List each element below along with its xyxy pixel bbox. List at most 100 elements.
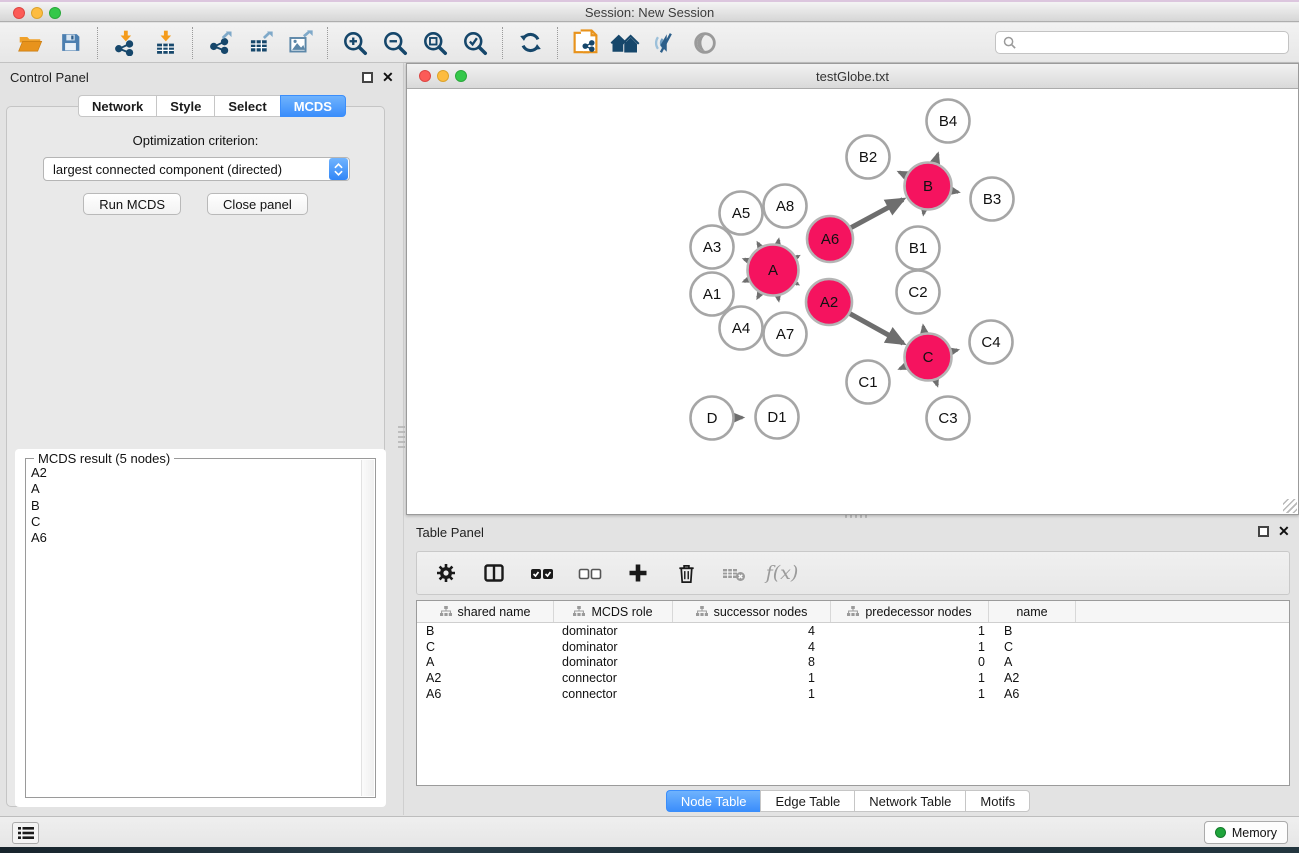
tab-network-table[interactable]: Network Table: [854, 790, 965, 812]
table-cell[interactable]: 1: [831, 640, 989, 654]
list-item[interactable]: A2: [28, 465, 359, 481]
refresh-button[interactable]: [510, 25, 550, 61]
table-settings-button[interactable]: [433, 560, 459, 586]
list-item[interactable]: B: [28, 498, 359, 514]
column-header-successor-nodes[interactable]: successor nodes: [673, 601, 831, 622]
memory-button[interactable]: Memory: [1204, 821, 1288, 844]
window-resize-grip[interactable]: [1283, 499, 1297, 513]
graph-edge-C-C3[interactable]: [936, 380, 938, 385]
show-details-button[interactable]: [685, 25, 725, 61]
table-row[interactable]: A2connector11A2: [417, 670, 1289, 686]
task-history-button[interactable]: [12, 822, 39, 844]
table-cell[interactable]: 1: [673, 687, 831, 701]
hide-details-button[interactable]: [645, 25, 685, 61]
table-cell[interactable]: A6: [417, 687, 554, 701]
graph-edge-A6-B[interactable]: [851, 200, 903, 228]
run-mcds-button[interactable]: Run MCDS: [83, 193, 181, 215]
list-item[interactable]: A: [28, 481, 359, 497]
graph-edge-A-A6[interactable]: [796, 256, 798, 257]
table-cell[interactable]: 0: [831, 655, 989, 669]
zoom-out-button[interactable]: [375, 25, 415, 61]
zoom-fit-button[interactable]: [415, 25, 455, 61]
table-cell[interactable]: A: [417, 655, 554, 669]
close-panel-button[interactable]: Close panel: [207, 193, 308, 215]
column-header-predecessor-nodes[interactable]: predecessor nodes: [831, 601, 989, 622]
table-row[interactable]: Adominator80A: [417, 655, 1289, 671]
table-cell[interactable]: connector: [554, 671, 673, 685]
table-cell[interactable]: 8: [673, 655, 831, 669]
tab-mcds[interactable]: MCDS: [280, 95, 346, 117]
mcds-result-list[interactable]: A2ABCA6: [28, 465, 359, 795]
tab-edge-table[interactable]: Edge Table: [760, 790, 854, 812]
graph-edge-C-C2[interactable]: [923, 326, 924, 333]
save-session-button[interactable]: [50, 25, 90, 61]
graph-edge-C-C1[interactable]: [900, 366, 906, 368]
graph-edge-B-B3[interactable]: [952, 191, 958, 192]
search-field[interactable]: [995, 31, 1289, 54]
vertical-splitter-grip[interactable]: [398, 426, 405, 448]
zoom-in-button[interactable]: [335, 25, 375, 61]
delete-table-button-disabled[interactable]: [721, 560, 747, 586]
tab-select[interactable]: Select: [214, 95, 279, 117]
table-cell[interactable]: 1: [673, 671, 831, 685]
close-table-panel-icon[interactable]: ✕: [1278, 526, 1290, 537]
graph-edge-A-A7[interactable]: [778, 296, 779, 300]
table-row[interactable]: A6connector11A6: [417, 686, 1289, 702]
table-row[interactable]: Cdominator41C: [417, 639, 1289, 655]
list-item[interactable]: C: [28, 514, 359, 530]
tab-node-table[interactable]: Node Table: [666, 790, 761, 812]
list-scrollbar[interactable]: [361, 460, 374, 796]
graph-edge-A-A4[interactable]: [758, 293, 761, 298]
zoom-selected-button[interactable]: [455, 25, 495, 61]
create-column-button[interactable]: [625, 560, 651, 586]
export-table-button[interactable]: [240, 25, 280, 61]
table-cell[interactable]: 4: [673, 640, 831, 654]
close-panel-icon[interactable]: ✕: [382, 72, 394, 83]
graph-edge-A-A3[interactable]: [744, 259, 748, 260]
import-table-button[interactable]: [145, 25, 185, 61]
network-graph[interactable]: B4B2BB3A5A8A6A3B1AA1C2A2A4A7C4CC1C3DD1: [407, 89, 1298, 514]
graph-edge-A-A8[interactable]: [778, 240, 779, 244]
graph-edge-A-A5[interactable]: [758, 243, 760, 247]
column-header-mcds-role[interactable]: MCDS role: [554, 601, 673, 622]
table-cell[interactable]: 1: [831, 671, 989, 685]
float-table-panel-icon[interactable]: [1258, 526, 1269, 537]
search-input[interactable]: [1017, 36, 1288, 50]
import-network-button[interactable]: [105, 25, 145, 61]
open-file-button[interactable]: [10, 25, 50, 61]
table-cell[interactable]: dominator: [554, 655, 673, 669]
network-window-titlebar[interactable]: testGlobe.txt: [407, 64, 1298, 89]
float-panel-icon[interactable]: [362, 72, 373, 83]
table-row[interactable]: Bdominator41B: [417, 623, 1289, 639]
home-layout-button[interactable]: [605, 25, 645, 61]
unselect-all-columns-button[interactable]: [577, 560, 603, 586]
table-cell[interactable]: C: [417, 640, 554, 654]
table-cell[interactable]: B: [989, 624, 1076, 638]
table-cell[interactable]: C: [989, 640, 1076, 654]
table-cell[interactable]: connector: [554, 687, 673, 701]
graph-edge-A2-C[interactable]: [850, 314, 903, 344]
show-column-panel-button[interactable]: [481, 560, 507, 586]
column-header-shared-name[interactable]: shared name: [417, 601, 554, 622]
column-header-name[interactable]: name: [989, 601, 1076, 622]
graph-edge-B-B1[interactable]: [923, 210, 924, 214]
criterion-dropdown[interactable]: largest connected component (directed): [43, 157, 350, 181]
list-item[interactable]: A6: [28, 530, 359, 546]
tab-style[interactable]: Style: [156, 95, 214, 117]
graph-edge-C-C4[interactable]: [952, 350, 958, 351]
graph-edge-A-A1[interactable]: [744, 280, 748, 282]
graph-edge-B-B4[interactable]: [935, 154, 938, 163]
table-cell[interactable]: 4: [673, 624, 831, 638]
table-cell[interactable]: dominator: [554, 624, 673, 638]
table-cell[interactable]: A2: [989, 671, 1076, 685]
select-all-columns-button[interactable]: [529, 560, 555, 586]
table-cell[interactable]: A: [989, 655, 1076, 669]
table-cell[interactable]: A2: [417, 671, 554, 685]
table-cell[interactable]: dominator: [554, 640, 673, 654]
delete-column-button[interactable]: [673, 560, 699, 586]
tab-network[interactable]: Network: [78, 95, 156, 117]
table-cell[interactable]: A6: [989, 687, 1076, 701]
table-cell[interactable]: 1: [831, 687, 989, 701]
export-network-button[interactable]: [200, 25, 240, 61]
network-from-file-button[interactable]: [565, 25, 605, 61]
